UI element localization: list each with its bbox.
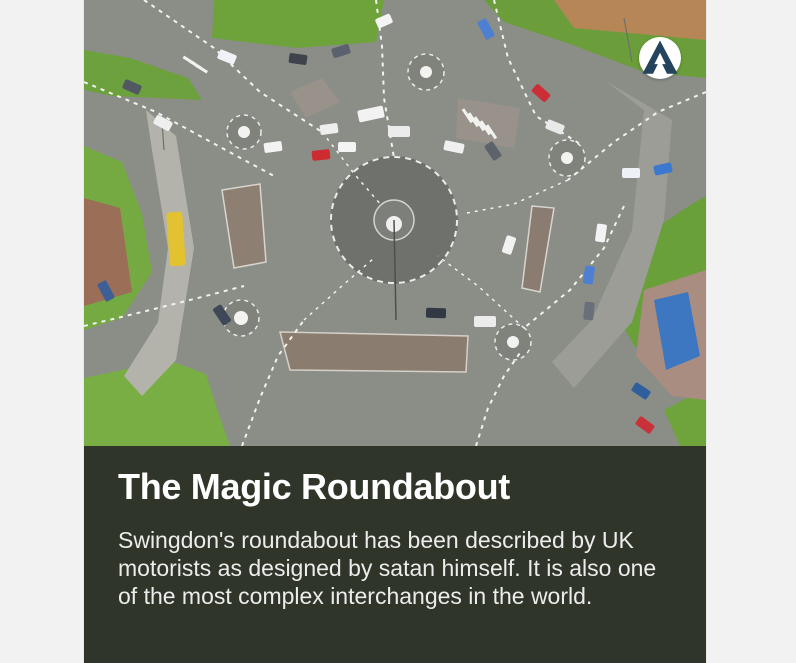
brand-logo: [639, 37, 681, 79]
triangle-a-logo-icon: [642, 40, 678, 74]
card-description: Swingdon's roundabout has been described…: [118, 527, 657, 609]
card-title: The Magic Roundabout: [118, 466, 510, 507]
caption-panel: The Magic Roundabout Swingdon's roundabo…: [84, 446, 706, 663]
aerial-roundabout-photo: [84, 0, 706, 446]
info-card: The Magic Roundabout Swingdon's roundabo…: [84, 0, 706, 663]
aerial-photo-illustration: [84, 0, 706, 446]
page: The Magic Roundabout Swingdon's roundabo…: [0, 0, 796, 663]
